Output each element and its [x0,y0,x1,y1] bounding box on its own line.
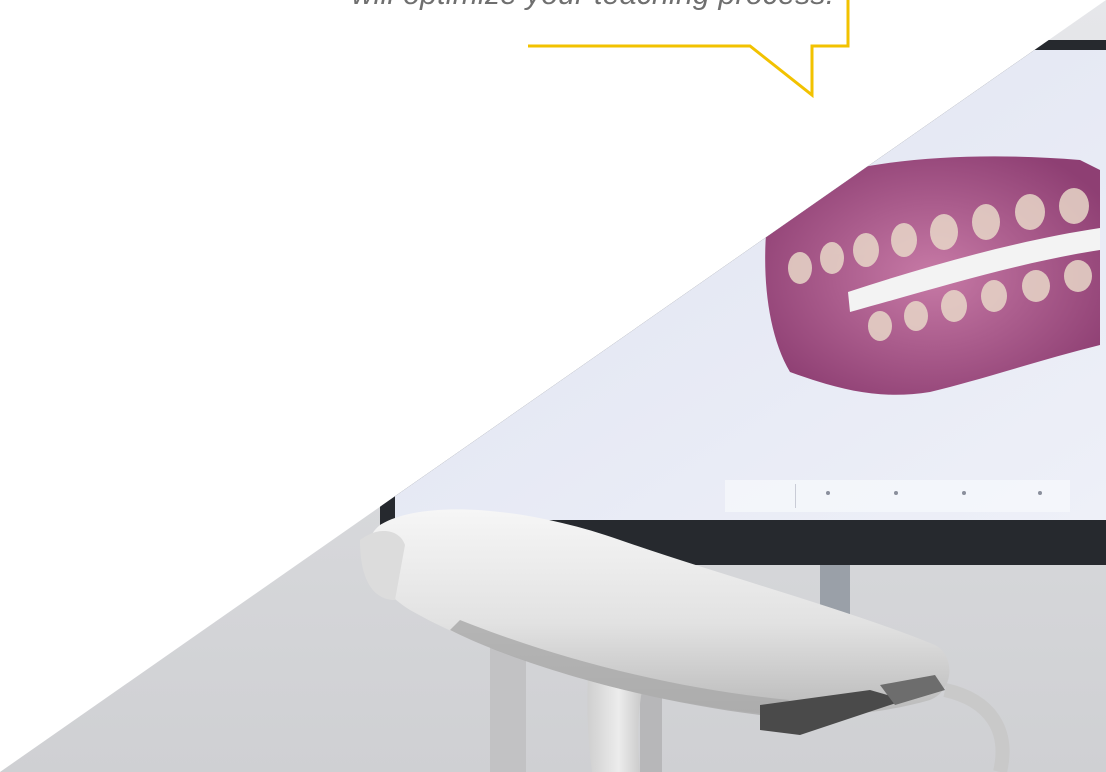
page: will optimize your teaching process. [0,0,1106,772]
quote-text: will optimize your teaching process. [0,0,1106,12]
dental-scanner-photo [0,0,1106,772]
